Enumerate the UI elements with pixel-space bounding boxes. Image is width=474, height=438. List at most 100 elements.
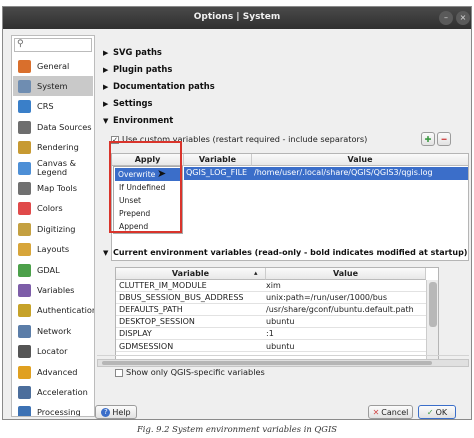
sidebar-item-advanced[interactable]: Advanced: [13, 362, 93, 382]
section-svg-paths[interactable]: ▶ SVG paths: [103, 47, 162, 57]
vertical-scrollbar[interactable]: [426, 280, 438, 361]
sidebar-item-label: Advanced: [37, 366, 78, 377]
table-row[interactable]: DISPLAY:1: [116, 328, 426, 341]
value-cell: ubuntu: [266, 341, 295, 351]
table-row[interactable]: CLUTTER_IM_MODULE xim: [116, 280, 426, 292]
help-button[interactable]: ? Help: [95, 405, 137, 419]
show-only-qgis-checkbox[interactable]: Show only QGIS-specific variables: [115, 367, 265, 377]
close-icon[interactable]: ×: [456, 11, 470, 25]
checkbox-unchecked-icon: [115, 368, 123, 377]
sidebar-item-crs[interactable]: CRS: [13, 97, 93, 117]
collapse-arrow-icon: ▼: [103, 117, 109, 125]
options-sidebar: ⚲ General System CRS Data Sources Rendering C…: [11, 35, 95, 417]
sidebar-item-canvas-legend[interactable]: Canvas & Legend: [13, 158, 93, 178]
sidebar-item-variables[interactable]: Variables: [13, 280, 93, 300]
section-settings[interactable]: ▶ Settings: [103, 98, 153, 108]
sidebar-item-data-sources[interactable]: Data Sources: [13, 117, 93, 137]
remove-variable-button[interactable]: ━: [437, 132, 451, 146]
column-header-value[interactable]: Value: [266, 268, 426, 280]
sidebar-item-gdal[interactable]: GDAL: [13, 260, 93, 280]
variable-cell: CLUTTER_IM_MODULE: [119, 281, 207, 290]
window-title: Options | System: [193, 12, 281, 22]
ok-button[interactable]: ✓ OK: [418, 405, 456, 419]
sidebar-item-system[interactable]: System: [13, 76, 93, 97]
callout-highlight-box: [109, 141, 182, 233]
canvas-legend-icon: [18, 161, 31, 175]
sidebar-item-network[interactable]: Network: [13, 321, 93, 341]
expand-arrow-icon: ▶: [103, 83, 109, 91]
sidebar-item-label: Processing: [37, 407, 81, 417]
sidebar-item-label: Variables: [37, 284, 75, 295]
table-row[interactable]: GDMSESSION ubuntu: [116, 341, 426, 353]
system-icon: [18, 79, 31, 93]
authentication-icon: [18, 304, 31, 318]
sidebar-item-label: CRS: [37, 101, 54, 112]
sidebar-item-authentication[interactable]: Authentication: [13, 301, 95, 321]
sidebar-item-label: Network: [37, 325, 72, 336]
scrollbar-thumb[interactable]: [102, 361, 432, 365]
expand-arrow-icon: ▶: [103, 49, 109, 57]
table-row[interactable]: DESKTOP_SESSION ubuntu: [116, 316, 426, 329]
minimize-icon[interactable]: –: [439, 11, 453, 25]
sidebar-item-label: Digitizing: [37, 223, 76, 234]
sidebar-item-label: Colors: [37, 203, 63, 214]
table-row[interactable]: QGIS_LOG_FILE /home/user/.local/share/QG…: [184, 167, 468, 180]
sidebar-item-label: Acceleration: [37, 386, 88, 397]
sidebar-item-label: Layouts: [37, 244, 70, 255]
table-row[interactable]: DEFAULTS_PATH/usr/share/gconf/ubuntu.def…: [116, 304, 426, 317]
variable-cell: DEFAULTS_PATH: [119, 305, 183, 315]
sidebar-item-label: General: [37, 60, 70, 71]
section-documentation-paths[interactable]: ▶ Documentation paths: [103, 81, 215, 91]
cancel-button[interactable]: ✕ Cancel: [368, 405, 413, 419]
section-environment[interactable]: ▼ Environment: [103, 115, 173, 125]
sidebar-item-label: Map Tools: [37, 182, 78, 193]
sidebar-item-map-tools[interactable]: Map Tools: [13, 178, 93, 198]
variables-icon: [18, 283, 31, 297]
sidebar-item-label: Locator: [37, 346, 68, 357]
cancel-icon: ✕: [372, 407, 380, 417]
add-variable-button[interactable]: ✚: [421, 132, 435, 146]
value-cell: :1: [266, 329, 274, 339]
table-row[interactable]: DBUS_SESSION_BUS_ADDRESS unix:path=/run/u…: [116, 292, 426, 304]
crs-icon: [18, 100, 31, 114]
network-icon: [18, 324, 31, 338]
sidebar-item-colors[interactable]: Colors: [13, 199, 93, 219]
processing-icon: [18, 406, 31, 416]
expand-arrow-icon: ▶: [103, 66, 109, 74]
digitizing-icon: [18, 222, 31, 236]
figure-caption: Fig. 9.2 System environment variables in…: [136, 424, 338, 434]
sort-up-icon: ▴: [254, 269, 258, 277]
section-current-env[interactable]: ▼ Current environment variables (read-onl…: [103, 248, 467, 257]
sidebar-item-processing[interactable]: Processing: [13, 403, 93, 417]
sidebar-item-general[interactable]: General: [13, 56, 93, 76]
value-cell: unix:path=/run/user/1000/bus: [266, 293, 388, 303]
sidebar-search-input[interactable]: ⚲: [14, 38, 92, 52]
gdal-icon: [18, 263, 31, 277]
column-header-variable[interactable]: Variable: [184, 154, 252, 166]
data-sources-icon: [18, 120, 31, 134]
sidebar-item-locator[interactable]: Locator: [13, 342, 93, 362]
sidebar-item-layouts[interactable]: Layouts: [13, 240, 93, 260]
sidebar-item-digitizing[interactable]: Digitizing: [13, 219, 93, 239]
horizontal-scrollbar[interactable]: [97, 359, 469, 367]
title-bar: Options | System – ×: [3, 7, 471, 29]
column-header-value[interactable]: Value: [252, 154, 468, 166]
scrollbar-thumb[interactable]: [429, 282, 437, 327]
sidebar-item-label: GDAL: [37, 264, 60, 275]
plus-icon: ✚: [424, 134, 432, 144]
current-variables-table: Variable Value ▴ CLUTTER_IM_MODULE xim DBU…: [115, 267, 439, 362]
value-cell: ubuntu: [266, 317, 295, 327]
value-cell: /usr/share/gconf/ubuntu.default.path: [266, 305, 414, 315]
value-cell: xim: [266, 281, 281, 290]
advanced-icon: [18, 365, 31, 379]
collapse-arrow-icon: ▼: [103, 249, 109, 257]
section-plugin-paths[interactable]: ▶ Plugin paths: [103, 64, 172, 74]
locator-icon: [18, 345, 31, 359]
checkmark-icon: ✓: [426, 407, 434, 417]
column-header-variable[interactable]: Variable: [116, 268, 266, 280]
colors-icon: [18, 202, 31, 216]
sidebar-item-rendering[interactable]: Rendering: [13, 138, 93, 158]
sidebar-item-label: Authentication: [37, 305, 95, 316]
divider: [97, 355, 469, 356]
sidebar-item-acceleration[interactable]: Acceleration: [13, 382, 93, 402]
